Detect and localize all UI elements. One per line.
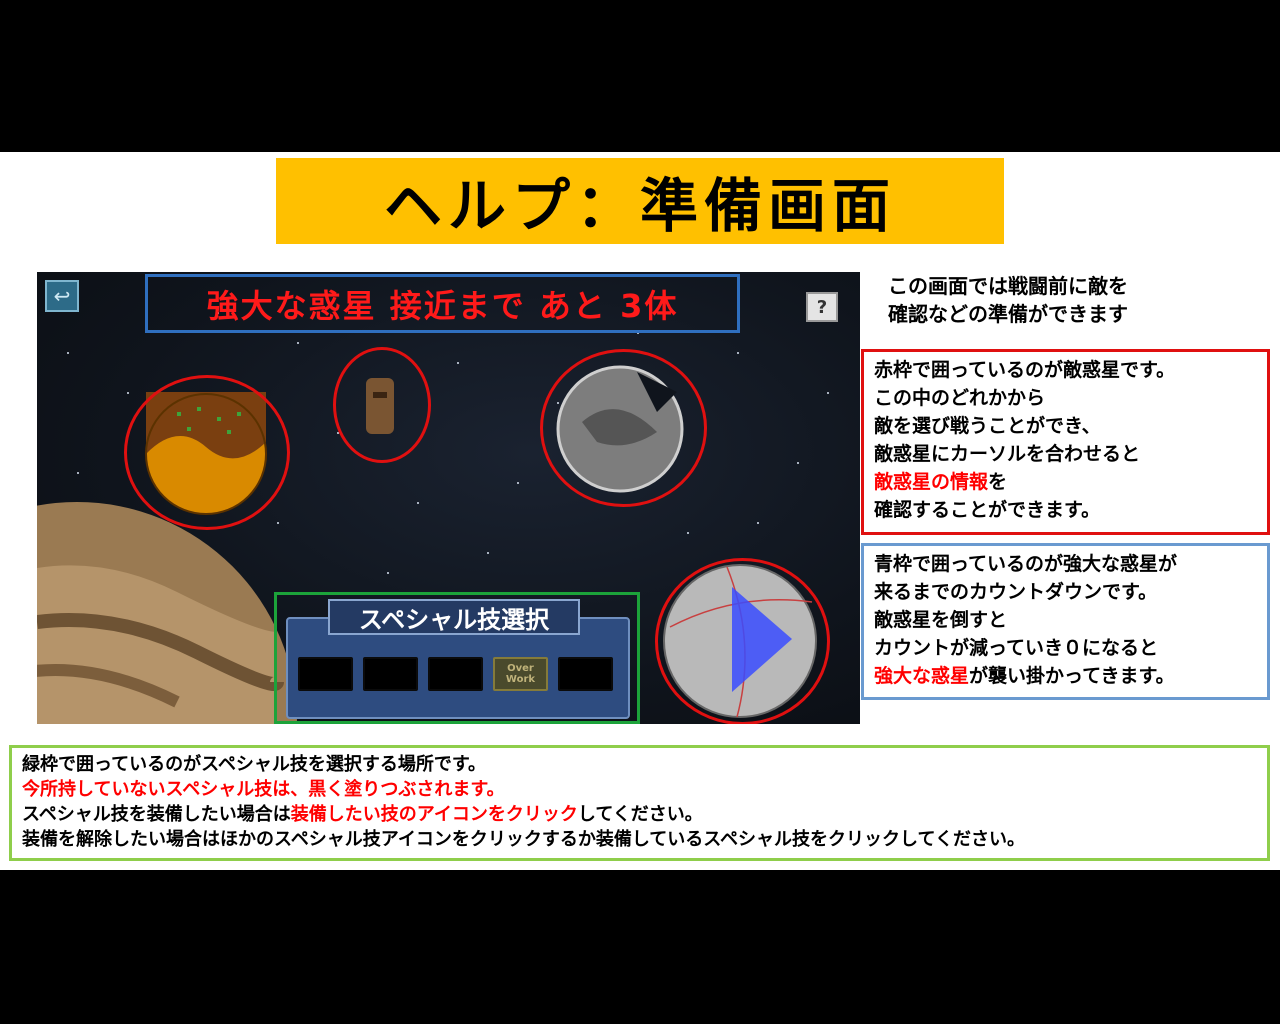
red-line-6: 確認することができます。 xyxy=(874,499,1101,521)
special-slot-overwork[interactable]: Over Work xyxy=(493,657,548,691)
title-banner: ヘルプ：準備画面 xyxy=(276,158,1004,244)
green-line-4: 装備を解除したい場合はほかのスペシャル技アイコンをクリックするか装備しているスペ… xyxy=(22,829,1025,850)
blue-line-5-rest: が襲い掛かってきます。 xyxy=(969,665,1175,687)
red-line-4: 敵惑星にカーソルを合わせると xyxy=(874,443,1141,465)
game-screenshot: ↩ ? 強大な惑星 接近まで あと 3体 スペシャル技選択 Over Work xyxy=(37,272,860,724)
special-select-frame: スペシャル技選択 Over Work xyxy=(274,592,640,724)
intro-line-1: この画面では戦闘前に敵を xyxy=(888,274,1128,298)
special-slot-2[interactable] xyxy=(363,657,418,691)
green-line-1: 緑枠で囲っているのがスペシャル技を選択する場所です。 xyxy=(22,754,487,775)
countdown-frame: 強大な惑星 接近まで あと 3体 xyxy=(145,274,740,333)
blue-line-1: 青枠で囲っているのが強大な惑星が xyxy=(874,553,1178,575)
red-line-5-highlight: 敵惑星の情報 xyxy=(874,471,989,493)
green-line-3-highlight: 装備したい技のアイコンをクリック xyxy=(290,804,578,825)
help-button[interactable]: ? xyxy=(806,292,838,322)
blue-line-4: カウントが減っていき０になると xyxy=(874,637,1159,659)
red-line-5: 敵惑星の情報を xyxy=(874,468,1257,496)
blue-line-2: 来るまでのカウントダウンです。 xyxy=(874,581,1158,603)
green-frame-explanation: 緑枠で囲っているのがスペシャル技を選択する場所です。 今所持していないスペシャル… xyxy=(9,745,1270,861)
blue-frame-explanation: 青枠で囲っているのが強大な惑星が 来るまでのカウントダウンです。 敵惑星を倒すと… xyxy=(861,543,1270,700)
start-battle-planet[interactable] xyxy=(655,558,830,724)
blue-line-5-highlight: 強大な惑星 xyxy=(874,665,970,687)
page-title: ヘルプ：準備画面 xyxy=(383,172,896,240)
green-line-3-a: スペシャル技を装備したい場合は xyxy=(22,804,291,825)
special-slot-5[interactable] xyxy=(558,657,613,691)
back-button[interactable]: ↩ xyxy=(45,280,79,312)
enemy-planet-grey[interactable] xyxy=(540,349,707,507)
red-line-5-rest: を xyxy=(988,471,1008,493)
return-icon: ↩ xyxy=(53,284,71,308)
green-line-2: 今所持していないスペシャル技は、黒く塗りつぶされます。 xyxy=(22,779,505,800)
intro-line-2: 確認などの準備ができます xyxy=(888,302,1128,326)
enemy-planet-takoyaki[interactable] xyxy=(124,375,290,530)
special-slot-3[interactable] xyxy=(428,657,483,691)
enemy-planet-moai[interactable] xyxy=(333,347,431,463)
green-line-3: スペシャル技を装備したい場合は装備したい技のアイコンをクリックしてください。 xyxy=(22,802,1257,827)
special-slot-1[interactable] xyxy=(298,657,353,691)
intro-text: この画面では戦闘前に敵を 確認などの準備ができます xyxy=(888,272,1128,328)
countdown-text: 強大な惑星 接近まで あと 3体 xyxy=(206,286,679,325)
special-select-title: スペシャル技選択 xyxy=(328,599,580,635)
red-frame-explanation: 赤枠で囲っているのが敵惑星です。 この中のどれかから 敵を選び戦うことができ、 … xyxy=(861,349,1270,535)
red-line-1: 赤枠で囲っているのが敵惑星です。 xyxy=(874,359,1176,381)
question-icon: ? xyxy=(816,296,828,318)
red-line-2: この中のどれかから xyxy=(874,387,1046,409)
blue-line-5: 強大な惑星が襲い掛かってきます。 xyxy=(874,662,1257,690)
blue-line-3: 敵惑星を倒すと xyxy=(874,609,1008,631)
red-line-3: 敵を選び戦うことができ、 xyxy=(874,415,1101,437)
green-line-3-b: してください。 xyxy=(577,804,703,825)
